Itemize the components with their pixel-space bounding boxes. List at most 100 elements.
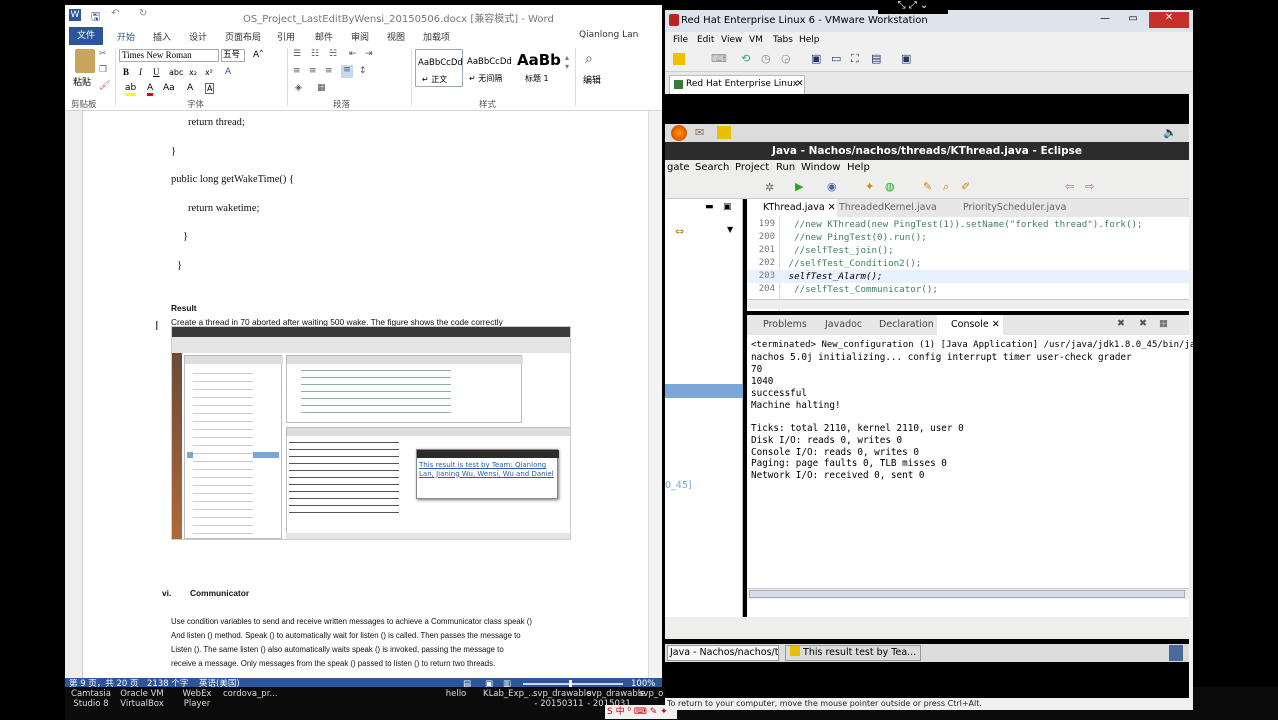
tab-references[interactable]: 引用 (277, 30, 295, 43)
debug-icon[interactable]: ✲ (765, 181, 774, 194)
tab-view[interactable]: 视图 (387, 30, 405, 43)
snapshot-icon[interactable]: ⟲ (741, 52, 750, 65)
text-effects-icon[interactable]: A (225, 67, 231, 77)
decrease-indent-icon[interactable]: ⇤ (349, 49, 357, 59)
search-icon[interactable]: ⌕ (943, 180, 949, 194)
minimize-icon[interactable]: — (1093, 13, 1117, 27)
taskbar-item-camtasia[interactable]: Camtasia Studio 8 (71, 689, 111, 709)
close-icon[interactable]: ✕ (1149, 12, 1189, 28)
tab-priorityscheduler[interactable]: PriorityScheduler.java (963, 202, 1066, 213)
bullets-icon[interactable]: ☰ (293, 49, 301, 59)
minimize-icon[interactable]: ▬ (705, 202, 714, 212)
unity-icon[interactable]: ▤ (871, 52, 881, 65)
menu-tabs[interactable]: Tabs (773, 35, 793, 45)
run-icon[interactable]: ▶ (795, 180, 803, 193)
tab-addins[interactable]: 加载项 (423, 30, 450, 43)
tab-declaration[interactable]: Declaration (879, 319, 934, 330)
console-view-icon[interactable]: ▭ (831, 52, 841, 65)
code-line[interactable]: //new PingTest(0).run(); (783, 232, 927, 243)
justify-icon[interactable]: ≡ (341, 65, 353, 78)
view-menu-icon[interactable]: ▼ (727, 225, 733, 234)
multilevel-list-icon[interactable]: ☵ (329, 49, 337, 59)
send-ctrl-alt-del-icon[interactable]: ⌨ (711, 52, 727, 65)
align-left-icon[interactable]: ≡ (293, 66, 301, 76)
align-center-icon[interactable]: ≡ (309, 66, 317, 76)
task-eclipse[interactable]: Java - Nachos/nachos/t... (667, 645, 779, 661)
font-size-select[interactable]: 五号 (221, 49, 245, 62)
open-type-icon[interactable]: ✎ (923, 180, 932, 193)
volume-icon[interactable]: 🔈 (1163, 126, 1177, 139)
format-painter-icon[interactable]: 🖌 (99, 81, 110, 91)
full-screen-icon[interactable]: ⛶ (851, 52, 859, 66)
shading-icon[interactable]: ◈ (295, 83, 302, 93)
grow-font-icon[interactable]: A˄ (253, 50, 264, 60)
menu-vm[interactable]: VM (749, 35, 763, 45)
numbering-icon[interactable]: ☷ (311, 49, 319, 59)
taskbar-item-cordova[interactable]: cordova_pr... (223, 689, 278, 699)
subscript-icon[interactable]: x₂ (189, 68, 197, 77)
back-icon[interactable]: ⇦ (1065, 180, 1074, 193)
firefox-icon[interactable] (671, 125, 687, 141)
task-notes[interactable]: This result test by Tea... (785, 645, 921, 661)
taskbar-item-hello[interactable]: hello (441, 689, 471, 699)
maximize-icon[interactable]: ▣ (723, 202, 732, 212)
borders-icon[interactable]: ▦ (317, 83, 326, 93)
menu-help[interactable]: Help (799, 35, 820, 45)
styles-scroll-icon[interactable]: ▴ ▾ (565, 53, 569, 71)
increase-indent-icon[interactable]: ⇥ (365, 49, 373, 59)
menu-project[interactable]: Project (735, 162, 769, 173)
clear-format-icon[interactable]: A (187, 83, 193, 93)
tab-insert[interactable]: 插入 (153, 30, 171, 43)
menu-navigate[interactable]: gate (667, 162, 690, 173)
tab-javadoc[interactable]: Javadoc (825, 319, 862, 330)
menu-edit[interactable]: Edit (697, 35, 714, 45)
tab-kthread[interactable]: KThread.java ✕ (747, 199, 837, 217)
new-class-icon[interactable]: ✦ (865, 180, 874, 193)
menu-help[interactable]: Help (847, 162, 870, 173)
taskbar-item-svp1[interactable]: svp_drawable - 20150311 (533, 689, 591, 709)
font-name-select[interactable]: Times New Roman (119, 49, 219, 62)
tab-problems[interactable]: Problems (763, 319, 807, 330)
annotation-icon[interactable]: ✐ (961, 180, 970, 193)
maximize-icon[interactable]: ▭ (1121, 13, 1145, 27)
clear-console-icon[interactable]: ▦ (1159, 318, 1168, 329)
save-icon[interactable]: 🖫 (91, 8, 100, 27)
style-no-spacing[interactable]: AaBbCcDd ↵ 无间隔 (465, 49, 513, 87)
tab-review[interactable]: 审阅 (351, 30, 369, 43)
font-color-icon[interactable]: A (147, 83, 154, 96)
cut-icon[interactable]: ✂ (99, 49, 107, 59)
tab-page-layout[interactable]: 页面布局 (225, 30, 261, 43)
paste-icon[interactable] (75, 49, 95, 73)
strikethrough-icon[interactable]: abc (169, 68, 183, 77)
code-line[interactable]: selfTest_Alarm(); (783, 271, 883, 282)
revert-icon[interactable]: ◷ (761, 52, 771, 65)
tab-close-icon[interactable]: ✕ (796, 76, 804, 93)
tab-close-icon[interactable]: ✕ (992, 319, 1000, 330)
char-border-icon[interactable]: A (205, 83, 215, 94)
code-line[interactable]: //selfTest_join(); (783, 245, 894, 256)
menu-file[interactable]: File (673, 35, 688, 45)
zoom-slider[interactable] (523, 683, 623, 685)
power-icon[interactable] (673, 53, 685, 65)
find-icon[interactable]: ⌕ (585, 51, 593, 67)
superscript-icon[interactable]: x² (205, 68, 213, 77)
copy-icon[interactable]: ❐ (99, 65, 107, 75)
console-hscrollbar[interactable] (747, 588, 1189, 599)
bold-icon[interactable]: B (123, 67, 129, 77)
taskbar-item-klab[interactable]: KLab_Exp_... (483, 689, 536, 699)
collapse-icon[interactable]: ⇔ (675, 225, 684, 238)
code-line[interactable]: //selfTest_Condition2(); (783, 258, 922, 269)
scrollbar-thumb[interactable] (749, 590, 1185, 598)
style-normal[interactable]: AaBbCcDd ↵ 正文 (415, 49, 463, 87)
tab-threadedkernel[interactable]: ThreadedKernel.java (839, 202, 937, 213)
menu-search[interactable]: Search (695, 162, 729, 173)
paste-label[interactable]: 粘贴 (73, 75, 91, 88)
new-package-icon[interactable]: ◍ (885, 180, 895, 193)
tab-mailings[interactable]: 邮件 (315, 30, 333, 43)
tab-file[interactable]: 文件 (69, 27, 103, 45)
forward-icon[interactable]: ⇨ (1085, 180, 1094, 193)
align-right-icon[interactable]: ≡ (325, 66, 333, 76)
editor-hscrollbar[interactable] (747, 299, 1189, 309)
code-line[interactable]: //selfTest_Communicator(); (783, 284, 938, 295)
external-tools-icon[interactable]: ◉ (827, 180, 837, 193)
